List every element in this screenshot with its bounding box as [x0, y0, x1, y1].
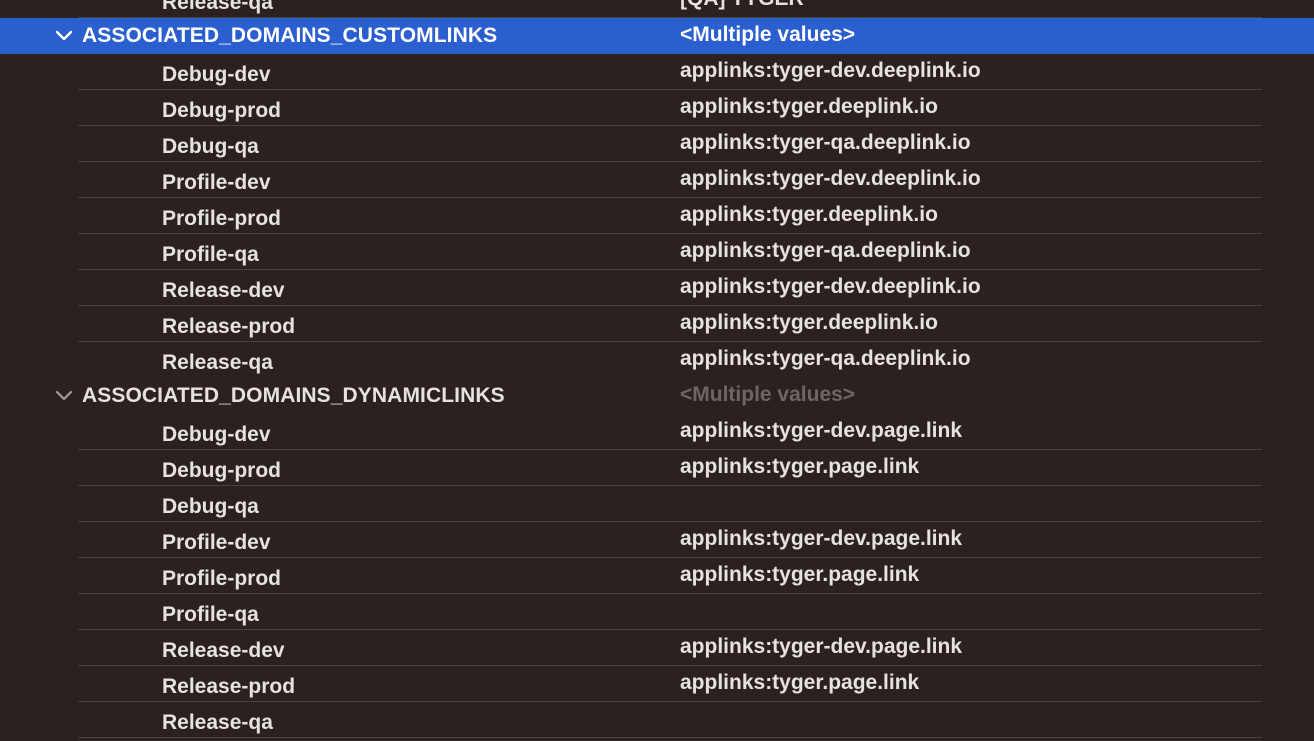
setting-row[interactable]: Debug-prod applinks:tyger.page.link: [0, 450, 1314, 486]
config-value[interactable]: applinks:tyger.deeplink.io: [680, 89, 938, 125]
setting-value[interactable]: <Multiple values>: [680, 377, 855, 413]
setting-row[interactable]: Debug-dev applinks:tyger-dev.deeplink.io: [0, 54, 1314, 90]
config-value[interactable]: applinks:tyger-dev.page.link: [680, 629, 962, 665]
setting-row[interactable]: Profile-prod applinks:tyger.page.link: [0, 558, 1314, 594]
config-name: Debug-dev: [162, 423, 271, 446]
config-name: Profile-prod: [162, 567, 281, 590]
config-value[interactable]: applinks:tyger.page.link: [680, 557, 919, 593]
config-name: Release-dev: [162, 639, 285, 662]
setting-row[interactable]: Release-qa: [0, 702, 1314, 738]
config-value[interactable]: applinks:tyger-dev.deeplink.io: [680, 53, 981, 89]
config-value[interactable]: applinks:tyger.page.link: [680, 449, 919, 485]
setting-row[interactable]: Profile-prod applinks:tyger.deeplink.io: [0, 198, 1314, 234]
config-name: Release-dev: [162, 279, 285, 302]
config-name: Release-prod: [162, 675, 296, 698]
config-name: Profile-qa: [162, 243, 259, 266]
chevron-down-icon[interactable]: [55, 29, 73, 43]
config-value[interactable]: applinks:tyger.deeplink.io: [680, 197, 938, 233]
setting-row[interactable]: Profile-dev applinks:tyger-dev.deeplink.i…: [0, 162, 1314, 198]
build-settings-list: Release-qa [QA] TYGER ASSOCIATED_DOMAINS…: [0, 0, 1314, 738]
setting-value[interactable]: <Multiple values>: [680, 17, 855, 53]
config-name: Profile-dev: [162, 171, 271, 194]
row-separator: [78, 737, 1262, 738]
setting-name: ASSOCIATED_DOMAINS_DYNAMICLINKS: [82, 384, 505, 407]
config-name: Profile-dev: [162, 531, 271, 554]
config-value[interactable]: applinks:tyger-qa.deeplink.io: [680, 233, 971, 269]
setting-row[interactable]: Release-qa [QA] TYGER: [0, 0, 1314, 18]
setting-row[interactable]: Debug-dev applinks:tyger-dev.page.link: [0, 414, 1314, 450]
config-name: Profile-prod: [162, 207, 281, 230]
setting-row[interactable]: Profile-qa: [0, 594, 1314, 630]
config-name: Release-qa: [162, 351, 273, 374]
setting-row[interactable]: Profile-dev applinks:tyger-dev.page.link: [0, 522, 1314, 558]
config-name: Debug-prod: [162, 459, 281, 482]
config-value[interactable]: applinks:tyger-dev.deeplink.io: [680, 269, 981, 305]
setting-row[interactable]: Release-prod applinks:tyger.page.link: [0, 666, 1314, 702]
setting-row[interactable]: Debug-prod applinks:tyger.deeplink.io: [0, 90, 1314, 126]
config-name: Debug-dev: [162, 63, 271, 86]
config-name: Release-qa: [162, 711, 273, 734]
config-value[interactable]: [QA] TYGER: [680, 0, 804, 17]
setting-row[interactable]: Release-dev applinks:tyger-dev.deeplink.i…: [0, 270, 1314, 306]
config-name: Debug-qa: [162, 495, 259, 518]
config-name: Debug-qa: [162, 135, 259, 158]
setting-row[interactable]: Release-dev applinks:tyger-dev.page.link: [0, 630, 1314, 666]
config-name: Debug-prod: [162, 99, 281, 122]
setting-group-dynamiclinks[interactable]: ASSOCIATED_DOMAINS_DYNAMICLINKS <Multipl…: [0, 378, 1314, 414]
setting-group-customlinks[interactable]: ASSOCIATED_DOMAINS_CUSTOMLINKS <Multiple…: [0, 18, 1314, 54]
setting-row[interactable]: Profile-qa applinks:tyger-qa.deeplink.io: [0, 234, 1314, 270]
config-name: Profile-qa: [162, 603, 259, 626]
setting-row[interactable]: Release-qa applinks:tyger-qa.deeplink.io: [0, 342, 1314, 378]
setting-row[interactable]: Release-prod applinks:tyger.deeplink.io: [0, 306, 1314, 342]
config-name: Release-prod: [162, 315, 296, 338]
config-value[interactable]: applinks:tyger-qa.deeplink.io: [680, 125, 971, 161]
config-value[interactable]: applinks:tyger.page.link: [680, 665, 919, 701]
config-value[interactable]: applinks:tyger-dev.page.link: [680, 521, 962, 557]
setting-name: ASSOCIATED_DOMAINS_CUSTOMLINKS: [82, 24, 498, 47]
chevron-down-icon[interactable]: [55, 389, 73, 403]
setting-row[interactable]: Debug-qa: [0, 486, 1314, 522]
config-value[interactable]: applinks:tyger-qa.deeplink.io: [680, 341, 971, 377]
config-value[interactable]: applinks:tyger-dev.deeplink.io: [680, 161, 981, 197]
config-value[interactable]: applinks:tyger.deeplink.io: [680, 305, 938, 341]
setting-row[interactable]: Debug-qa applinks:tyger-qa.deeplink.io: [0, 126, 1314, 162]
config-value[interactable]: applinks:tyger-dev.page.link: [680, 413, 962, 449]
